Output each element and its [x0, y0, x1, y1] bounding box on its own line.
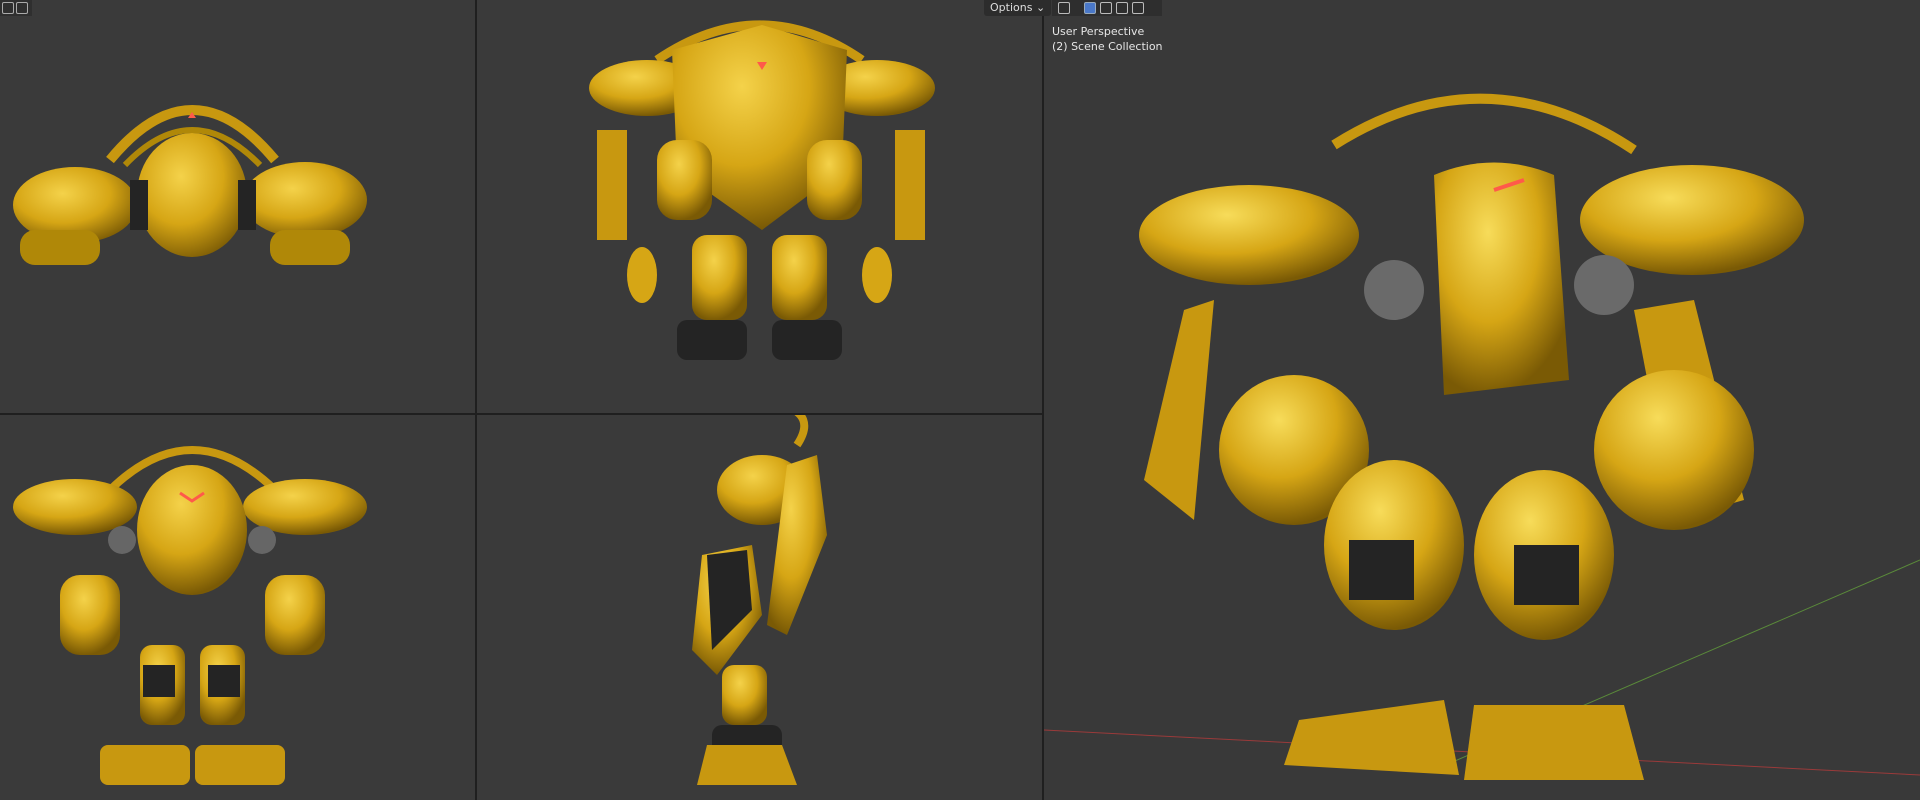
- viewport-collection-label: (2) Scene Collection: [1052, 40, 1163, 53]
- back-view-viewport[interactable]: [477, 0, 1042, 413]
- options-dropdown[interactable]: Options ⌄: [984, 0, 1052, 16]
- front-view-viewport[interactable]: [0, 415, 475, 800]
- select-intersect-icon[interactable]: [1132, 2, 1144, 14]
- view-toggle-icon[interactable]: [2, 2, 14, 14]
- side-view-model: [692, 415, 827, 785]
- select-tool-icon[interactable]: [1058, 2, 1070, 14]
- perspective-viewport[interactable]: User Perspective (2) Scene Collection: [1044, 0, 1920, 800]
- viewport-divider[interactable]: [475, 0, 477, 800]
- viewport-divider[interactable]: [1042, 0, 1044, 800]
- back-view-model: [589, 20, 935, 360]
- top-view-model: [13, 105, 367, 265]
- chevron-down-icon: ⌄: [1035, 1, 1046, 14]
- top-view-viewport[interactable]: [0, 0, 475, 413]
- select-subtract-icon[interactable]: [1116, 2, 1128, 14]
- options-label: Options: [990, 1, 1033, 14]
- select-box-icon[interactable]: [1084, 2, 1096, 14]
- view-toggle-icon[interactable]: [16, 2, 28, 14]
- front-view-model: [13, 446, 367, 785]
- viewport-perspective-label: User Perspective: [1052, 25, 1145, 38]
- side-view-viewport[interactable]: [477, 415, 1042, 800]
- select-extend-icon[interactable]: [1100, 2, 1112, 14]
- viewport-divider[interactable]: [0, 413, 1042, 415]
- perspective-model: [1044, 93, 1920, 780]
